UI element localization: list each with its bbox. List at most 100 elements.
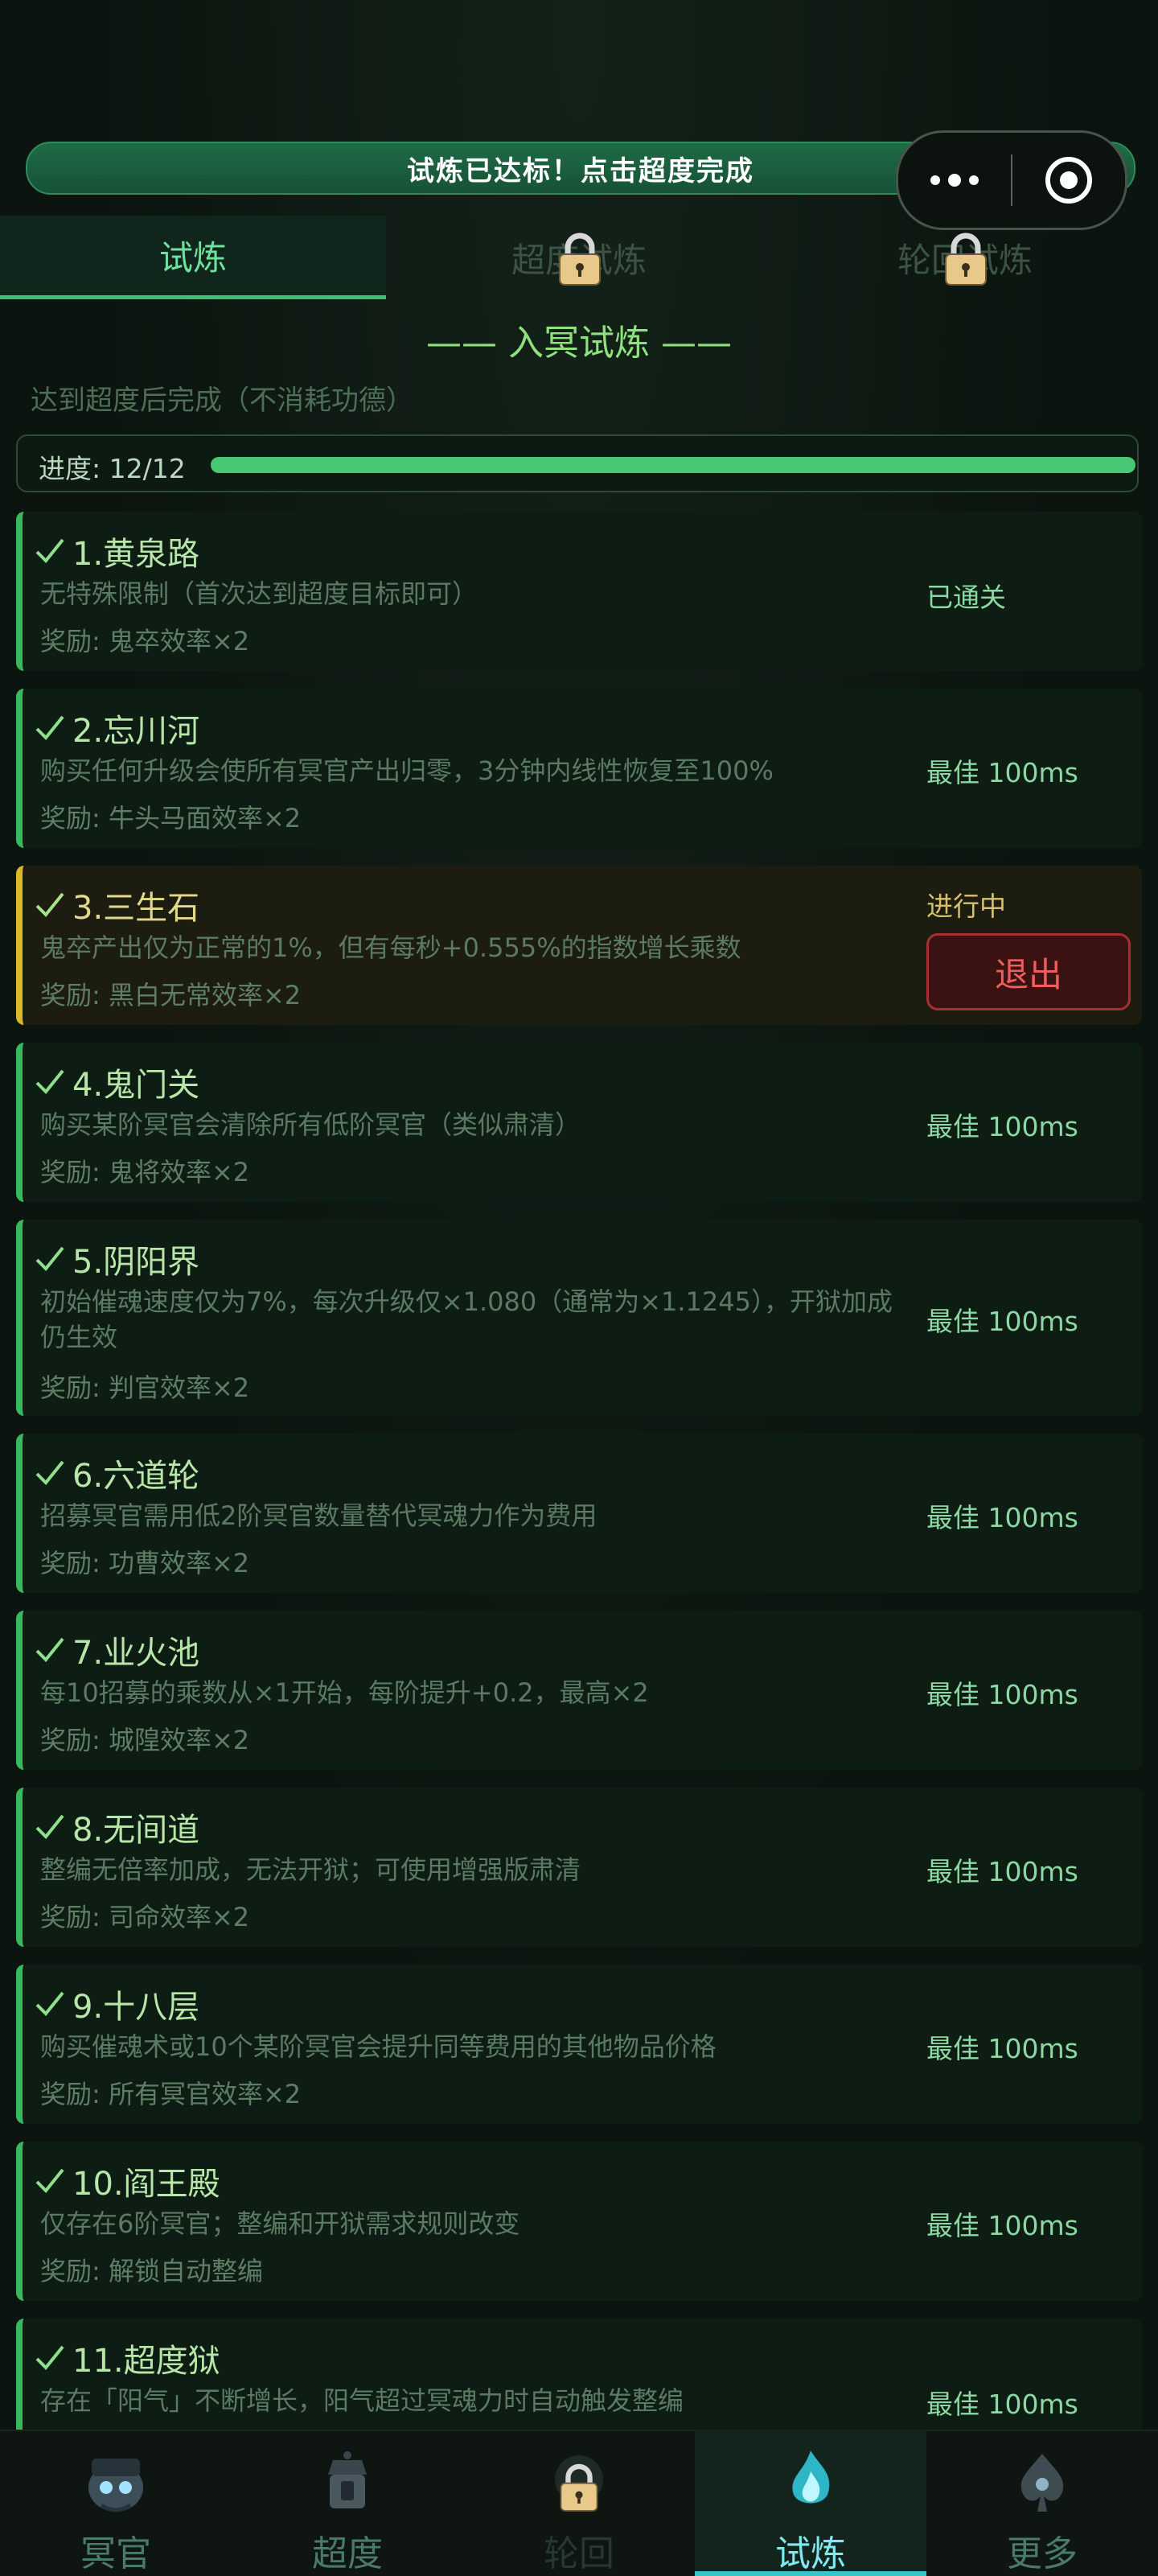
trial-desc: 初始催魂速度仅为7%，每次升级仅×1.080（通常为×1.1245），开狱加成仍… [40,1286,893,1352]
trial-card-9[interactable]: 9.十八层 购买催魂术或10个某阶冥官会提升同等费用的其他物品价格 奖励: 所有… [16,1965,1142,2124]
trial-title: 6.六道轮 [34,1450,199,1496]
trial-card-1[interactable]: 1.黄泉路 无特殊限制（首次达到超度目标即可） 奖励: 鬼卒效率×2 已通关 [16,512,1142,671]
trial-reward: 奖励: 牛头马面效率×2 [40,803,302,833]
lock-icon [560,2463,598,2512]
trial-title: 3.三生石 [34,882,199,928]
trial-card-7[interactable]: 7.业火池 每10招募的乘数从×1开始，每阶提升+0.2，最高×2 奖励: 城隍… [16,1611,1142,1770]
trial-card-10[interactable]: 10.阎王殿 仅存在6阶冥官；整编和开狱需求规则改变 奖励: 解锁自动整编 最佳… [16,2142,1142,2301]
lock-icon [945,232,987,286]
trial-title: 2.忘川河 [34,705,199,751]
trial-reward: 奖励: 城隍效率×2 [40,1725,250,1755]
trial-desc: 存在「阳气」不断增长，阳气超过冥魂力时自动触发整编 [40,2385,684,2416]
trial-reward: 奖励: 解锁自动整编 [40,2256,263,2286]
nav-label: 试炼 [775,2533,846,2574]
checkmark-icon [35,892,64,917]
checkmark-icon [35,1814,64,1839]
close-miniprogram-button[interactable] [1012,155,1125,205]
tab-reincarnation-trial[interactable]: 轮回试炼 [772,216,1158,299]
more-options-button[interactable] [898,174,1011,187]
trial-reward: 奖励: 黑白无常效率×2 [40,980,302,1010]
spade-emblem-icon [1002,2444,1082,2521]
checkmark-icon [35,1460,64,1485]
section-title: —— 入冥试炼 —— [426,323,732,364]
trial-card-4[interactable]: 4.鬼门关 购买某阶冥官会清除所有低阶冥官（类似肃清） 奖励: 鬼将效率×2 最… [16,1043,1142,1202]
bottom-nav: 冥官 超度 轮回 试炼 更多 [0,2430,1158,2576]
nav-label: 更多 [1007,2533,1078,2574]
reincarnation-icon [539,2444,619,2521]
trial-title: 8.无间道 [34,1804,199,1850]
trial-flame-icon [770,2444,851,2521]
nav-transcend[interactable]: 超度 [232,2431,463,2576]
checkmark-icon [35,1069,64,1094]
target-icon [1045,157,1092,204]
checkmark-icon [35,1637,64,1662]
progress-track [211,457,1135,473]
progress-panel: 进度: 12/12 [16,434,1139,492]
trial-desc: 整编无倍率加成，无法开狱；可使用增强版肃清 [40,1854,581,1885]
trial-card-11[interactable]: 11.超度狱 存在「阳气」不断增长，阳气超过冥魂力时自动触发整编 最佳 100m… [16,2319,1142,2447]
trial-title: 7.业火池 [34,1627,199,1673]
trial-status: 最佳 100ms [926,1306,1078,1337]
checkmark-icon [35,1991,64,2016]
trial-reward: 奖励: 功曹效率×2 [40,1548,250,1578]
trial-status: 最佳 100ms [926,757,1078,788]
trial-status: 最佳 100ms [926,1679,1078,1710]
nav-reincarnation[interactable]: 轮回 [463,2431,695,2576]
checkmark-icon [35,1246,64,1271]
progress-label: 进度: 12/12 [39,453,186,484]
progress-fill [211,457,1135,473]
trial-reward: 奖励: 司命效率×2 [40,1902,250,1932]
trial-card-8[interactable]: 8.无间道 整编无倍率加成，无法开狱；可使用增强版肃清 奖励: 司命效率×2 最… [16,1788,1142,1947]
checkmark-icon [35,538,64,563]
trial-reward: 奖励: 所有冥官效率×2 [40,2079,302,2109]
trial-desc: 鬼卒产出仅为正常的1%，但有每秒+0.555%的指数增长乘数 [40,932,741,963]
nav-more[interactable]: 更多 [926,2431,1158,2576]
tab-transcend-trial[interactable]: 超度试炼 [386,216,772,299]
trial-card-6[interactable]: 6.六道轮 招募冥官需用低2阶冥官数量替代冥魂力作为费用 奖励: 功曹效率×2 … [16,1434,1142,1593]
exit-trial-button[interactable]: 退出 [926,933,1131,1010]
trial-status: 最佳 100ms [926,2389,1078,2420]
trial-desc: 仅存在6阶冥官；整编和开狱需求规则改变 [40,2208,520,2239]
ghost-official-icon [76,2444,156,2521]
checkmark-icon [35,2345,64,2370]
trial-title: 5.阴阳界 [34,1236,199,1282]
trial-desc: 无特殊限制（首次达到超度目标即可） [40,578,478,609]
trial-status: 最佳 100ms [926,1502,1078,1533]
trial-desc: 购买任何升级会使所有冥官产出归零，3分钟内线性恢复至100% [40,755,774,786]
trial-title: 11.超度狱 [34,2335,220,2381]
tab-label: 试炼 [158,238,227,278]
trial-status: 最佳 100ms [926,2210,1078,2241]
trial-status: 进行中 [926,891,1006,922]
banner-text: 试炼已达标！点击超度完成 [407,154,754,187]
trial-reward: 奖励: 鬼卒效率×2 [40,626,250,656]
trial-reward: 奖励: 鬼将效率×2 [40,1157,250,1187]
trial-desc: 购买某阶冥官会清除所有低阶冥官（类似肃清） [40,1109,581,1140]
tab-bar: 试炼 超度试炼 轮回试炼 [0,216,1158,299]
nav-label: 轮回 [544,2533,614,2574]
nav-label: 超度 [312,2533,383,2574]
trial-status: 最佳 100ms [926,1111,1078,1142]
trial-reward: 奖励: 判官效率×2 [40,1372,250,1403]
trial-title: 4.鬼门关 [34,1059,199,1105]
nav-label: 冥官 [80,2533,151,2574]
trial-title: 1.黄泉路 [34,528,199,574]
checkmark-icon [35,2168,64,2193]
trial-title: 9.十八层 [34,1981,199,2027]
trial-card-3[interactable]: 3.三生石 鬼卒产出仅为正常的1%，但有每秒+0.555%的指数增长乘数 奖励:… [16,866,1142,1025]
trial-card-5[interactable]: 5.阴阳界 初始催魂速度仅为7%，每次升级仅×1.080（通常为×1.1245）… [16,1220,1142,1416]
trial-desc: 购买催魂术或10个某阶冥官会提升同等费用的其他物品价格 [40,2031,717,2062]
lantern-icon [307,2444,388,2521]
nav-trial[interactable]: 试炼 [695,2431,926,2576]
trial-status: 已通关 [926,582,1006,613]
trial-card-2[interactable]: 2.忘川河 购买任何升级会使所有冥官产出归零，3分钟内线性恢复至100% 奖励:… [16,689,1142,848]
section-hint: 达到超度后完成（不消耗功德） [31,385,413,417]
tab-trial[interactable]: 试炼 [0,216,386,299]
trial-status: 最佳 100ms [926,2033,1078,2064]
lock-icon [559,232,601,286]
trial-status: 最佳 100ms [926,1856,1078,1887]
trial-desc: 每10招募的乘数从×1开始，每阶提升+0.2，最高×2 [40,1677,649,1708]
checkmark-icon [35,715,64,740]
trial-title: 10.阎王殿 [34,2158,220,2204]
nav-officials[interactable]: 冥官 [0,2431,232,2576]
trial-desc: 招募冥官需用低2阶冥官数量替代冥魂力作为费用 [40,1500,597,1531]
